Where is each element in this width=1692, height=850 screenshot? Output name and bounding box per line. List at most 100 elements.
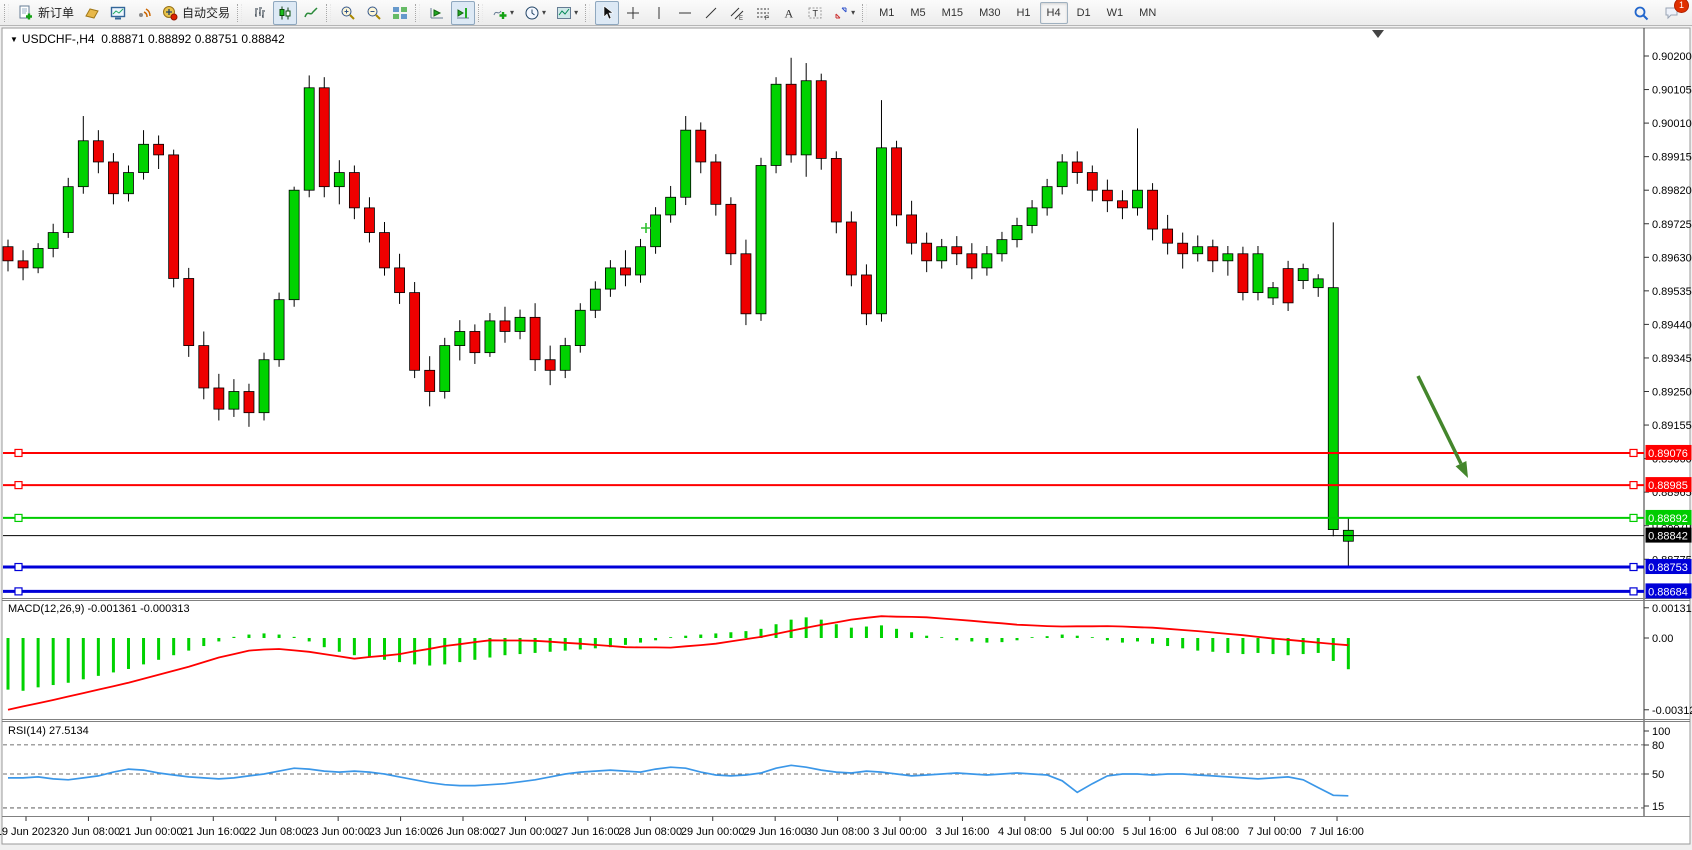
macd-histogram-bar — [564, 638, 567, 651]
macd-histogram-bar — [52, 638, 55, 685]
text-button[interactable]: A — [777, 1, 801, 25]
chart-title: ▼USDCHF-,H4 0.88871 0.88892 0.88751 0.88… — [10, 32, 285, 46]
candle-body — [1298, 269, 1308, 281]
candlestick-chart-button[interactable] — [273, 1, 297, 25]
trendline-button[interactable] — [699, 1, 723, 25]
tile-windows-icon — [392, 5, 408, 21]
search-button[interactable] — [1629, 1, 1653, 25]
line-handle[interactable] — [1630, 588, 1637, 595]
macd-histogram-bar — [247, 635, 250, 638]
macd-histogram-bar — [1076, 636, 1079, 638]
profiles-button[interactable] — [80, 1, 104, 25]
charts-button[interactable] — [106, 1, 130, 25]
line-handle[interactable] — [15, 482, 22, 489]
mt4-terminal: { "toolbar": { "groups": [ {"items": [ {… — [0, 0, 1692, 850]
autotrading-button[interactable]: 自动交易 — [158, 1, 234, 25]
text-label-button[interactable]: T — [803, 1, 827, 25]
arrows-button[interactable]: ▾ — [829, 1, 859, 25]
candle-body — [259, 360, 269, 413]
signals-button[interactable] — [132, 1, 156, 25]
candle-body — [651, 215, 661, 247]
candle-body — [1087, 173, 1097, 191]
chat-button[interactable]: 1 — [1660, 1, 1684, 25]
timeframe-h4-button[interactable]: H4 — [1040, 2, 1068, 24]
macd-histogram-bar — [1211, 638, 1214, 652]
price-tick-label: 0.89440 — [1652, 319, 1692, 331]
candle-body — [1253, 254, 1263, 293]
zoom-out-icon — [366, 5, 382, 21]
cursor-button[interactable] — [595, 1, 619, 25]
chart-window[interactable]: 0.902000.901050.900100.899150.898200.897… — [0, 27, 1692, 850]
line-handle[interactable] — [1630, 564, 1637, 571]
toolbar-grip — [478, 4, 483, 22]
candle-body — [93, 141, 103, 162]
chart-canvas[interactable]: 0.902000.901050.900100.899150.898200.897… — [0, 27, 1692, 850]
fibonacci-button[interactable]: F — [751, 1, 775, 25]
macd-histogram-bar — [1000, 638, 1003, 642]
line-handle[interactable] — [15, 449, 22, 456]
line-handle[interactable] — [1630, 449, 1637, 456]
price-tick-label: 0.89535 — [1652, 286, 1692, 298]
zoom-out-button[interactable] — [362, 1, 386, 25]
svg-text:0.88892: 0.88892 — [1648, 513, 1688, 525]
crosshair-button[interactable] — [621, 1, 645, 25]
macd-histogram-bar — [925, 636, 928, 638]
timeframe-d1-button[interactable]: D1 — [1070, 2, 1098, 24]
chevron-down-icon[interactable]: ▾ — [542, 8, 546, 17]
candle-body — [1163, 229, 1173, 243]
candle-body — [1193, 247, 1203, 254]
line-handle[interactable] — [15, 514, 22, 521]
chart-title-dropdown-icon[interactable]: ▼ — [10, 35, 18, 44]
macd-histogram-bar — [157, 638, 160, 660]
chart-ohlc-values: 0.88871 0.88892 0.88751 0.88842 — [101, 32, 285, 46]
indicators-button[interactable]: ▾ — [488, 1, 518, 25]
timeframe-h1-button[interactable]: H1 — [1009, 2, 1037, 24]
tile-windows-button[interactable] — [388, 1, 412, 25]
line-chart-button[interactable] — [299, 1, 323, 25]
chevron-down-icon[interactable]: ▾ — [510, 8, 514, 17]
new-order-button[interactable]: 新订单 — [14, 1, 78, 25]
macd-histogram-bar — [624, 638, 627, 645]
time-tick-label: 23 Jun 16:00 — [369, 826, 433, 838]
rsi-tick-label: 100 — [1652, 726, 1670, 738]
macd-histogram-bar — [744, 631, 747, 638]
timeframe-m5-button[interactable]: M5 — [903, 2, 932, 24]
bar-chart-button[interactable] — [247, 1, 271, 25]
candle-body — [771, 84, 781, 165]
vertical-line-button[interactable] — [647, 1, 671, 25]
timeframe-mn-button[interactable]: MN — [1132, 2, 1163, 24]
channel-button[interactable]: E — [725, 1, 749, 25]
candle-body — [575, 310, 585, 345]
line-chart-icon — [303, 5, 319, 21]
chevron-down-icon[interactable]: ▾ — [574, 8, 578, 17]
time-tick-label: 28 Jun 08:00 — [618, 826, 682, 838]
candle-body — [997, 240, 1007, 254]
macd-histogram-bar — [353, 638, 356, 655]
macd-histogram-bar — [217, 638, 220, 641]
line-handle[interactable] — [15, 564, 22, 571]
chevron-down-icon[interactable]: ▾ — [851, 8, 855, 17]
zoom-in-button[interactable] — [336, 1, 360, 25]
timeframe-w1-button[interactable]: W1 — [1100, 2, 1131, 24]
macd-histogram-bar — [1046, 636, 1049, 638]
macd-histogram-bar — [232, 637, 235, 638]
candle-body — [711, 162, 721, 204]
horizontal-line-button[interactable] — [673, 1, 697, 25]
periods-button[interactable]: ▾ — [520, 1, 550, 25]
templates-button[interactable]: ▾ — [552, 1, 582, 25]
macd-histogram-bar — [323, 638, 326, 647]
timeframe-m30-button[interactable]: M30 — [972, 2, 1007, 24]
candlestick-icon — [277, 5, 293, 21]
chart-shift-button[interactable] — [451, 1, 475, 25]
auto-scroll-button[interactable] — [425, 1, 449, 25]
line-handle[interactable] — [1630, 514, 1637, 521]
macd-histogram-bar — [97, 638, 100, 676]
macd-histogram-bar — [142, 638, 145, 664]
timeframe-m1-button[interactable]: M1 — [872, 2, 901, 24]
line-handle[interactable] — [1630, 482, 1637, 489]
main-toolbar: 新订单 自动交易 ▾ ▾ ▾ EFAT ▾ M1M5M15M30H1H4D1W1MN 1 — [0, 0, 1692, 26]
candle-body — [244, 392, 254, 413]
timeframe-m15-button[interactable]: M15 — [935, 2, 970, 24]
line-handle[interactable] — [15, 588, 22, 595]
candle-body — [319, 88, 329, 187]
